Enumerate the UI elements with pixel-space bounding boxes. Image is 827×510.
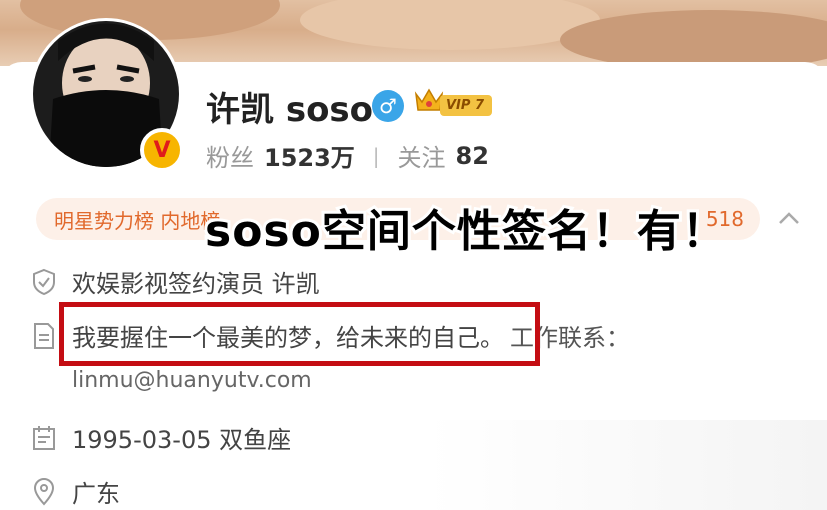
chevron-up-icon[interactable] bbox=[776, 206, 802, 232]
fans-label[interactable]: 粉丝 bbox=[206, 138, 254, 173]
birthday-row: 1995-03-05 双鱼座 bbox=[30, 420, 291, 455]
birthday-text: 1995-03-05 双鱼座 bbox=[72, 426, 292, 454]
fans-count[interactable]: 1523万 bbox=[264, 138, 355, 173]
profile-stats: 粉丝 1523万 | 关注 82 bbox=[206, 138, 489, 173]
location-text: 广东 bbox=[72, 480, 120, 508]
follow-label[interactable]: 关注 bbox=[398, 138, 446, 173]
bottom-fade bbox=[427, 420, 827, 510]
document-icon bbox=[30, 322, 58, 350]
location-row: 广东 bbox=[30, 474, 120, 509]
occupation-row: 欢娱影视签约演员 许凯 bbox=[30, 264, 320, 299]
vip-badge[interactable]: VIP 7 bbox=[440, 95, 492, 116]
highlight-box bbox=[59, 302, 540, 366]
follow-count[interactable]: 82 bbox=[456, 142, 489, 170]
location-pin-icon bbox=[30, 477, 58, 506]
sand-texture bbox=[560, 10, 827, 66]
sand-texture bbox=[300, 0, 600, 50]
rank-text: 明星势力榜 内地榜 bbox=[54, 208, 221, 233]
shield-icon bbox=[30, 268, 58, 296]
male-gender-icon: ♂ bbox=[372, 90, 404, 122]
occupation-text: 欢娱影视签约演员 许凯 bbox=[72, 270, 320, 298]
calendar-icon bbox=[30, 424, 58, 452]
profile-name: 许凯 soso bbox=[206, 90, 374, 130]
email-link[interactable]: linmu@huanyutv.com bbox=[72, 368, 312, 393]
verified-v-icon: V bbox=[140, 128, 184, 172]
stats-divider: | bbox=[372, 143, 380, 168]
overlay-caption: soso空间个性签名！有！ bbox=[202, 203, 729, 260]
